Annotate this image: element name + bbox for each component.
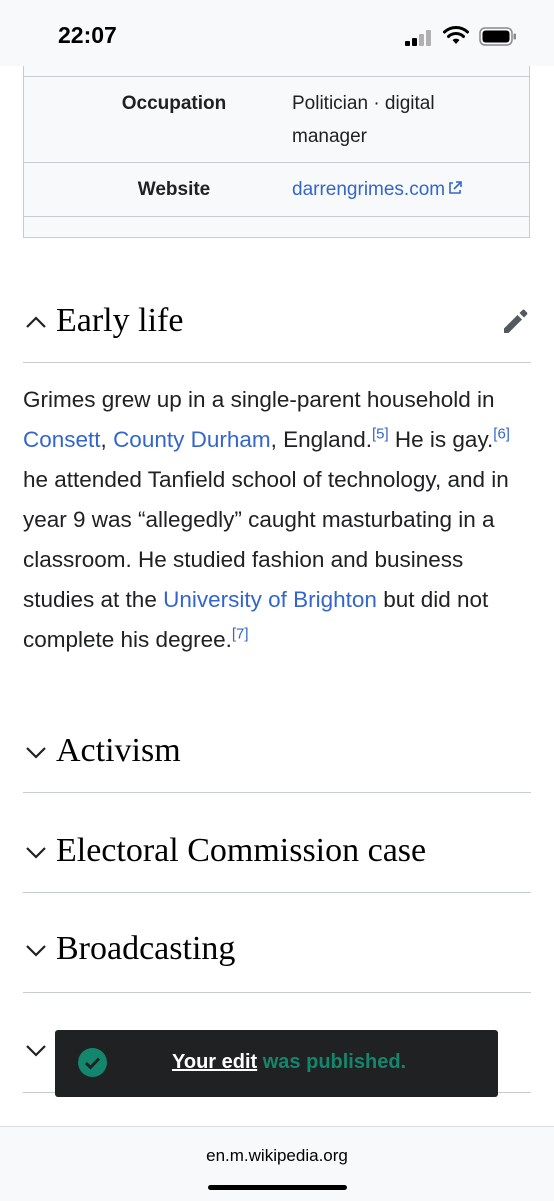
section-heading-electoral-commission-case[interactable]: Electoral Commission case [23,820,531,893]
chevron-down-icon [26,847,46,859]
occupation-line-1: Politician · digital [292,93,435,114]
infobox-label-occupation: Occupation [121,93,227,114]
infobox-label-website: Website [137,179,211,200]
success-check-icon [78,1048,107,1077]
section-heading-activism[interactable]: Activism [23,720,531,793]
cellular-signal-icon [405,30,431,46]
website-link[interactable]: darrengrimes.com [292,179,445,200]
section-title: Activism [56,732,181,769]
chevron-up-icon [26,316,46,328]
reference-5[interactable]: [5] [372,426,389,443]
reference-7[interactable]: [7] [232,626,249,643]
text: He is gay. [388,427,494,452]
text: , [100,427,114,452]
chevron-down-icon [26,1045,46,1057]
status-bar: 22:07 [0,0,554,66]
wifi-icon [443,26,469,44]
occupation-line-2: manager [292,126,367,147]
section-title: Electoral Commission case [56,832,427,869]
link-university-of-brighton[interactable]: University of Brighton [163,587,377,612]
infobox: Occupation Politician · digital manager … [23,66,530,238]
infobox-value-website: darrengrimes.com [292,173,512,206]
external-link-icon [449,181,462,194]
battery-icon [479,27,516,46]
toast-notification: Your edit was published. [55,1030,498,1097]
url-text[interactable]: en.m.wikipedia.org [0,1146,554,1166]
link-county-durham[interactable]: County Durham [113,427,271,452]
infobox-divider [24,76,529,77]
chevron-down-icon [26,945,46,957]
chevron-down-icon [26,747,46,759]
text: , England. [270,427,372,452]
edit-pencil-icon[interactable] [501,306,531,336]
infobox-value-occupation: Politician · digital manager [292,87,512,153]
section-heading-early-life[interactable]: Early life [23,290,531,363]
status-time: 22:07 [58,22,117,48]
toast-edit-link[interactable]: Your edit [172,1051,257,1073]
section-title: Early life [56,302,184,339]
home-indicator[interactable] [208,1185,347,1190]
reference-6[interactable]: [6] [493,426,510,443]
browser-url-bar[interactable]: en.m.wikipedia.org [0,1126,554,1201]
link-consett[interactable]: Consett [23,427,101,452]
toast-rest-text: was published. [257,1051,407,1073]
infobox-divider [24,216,529,217]
infobox-divider [24,162,529,163]
text: Grimes grew up in a single-parent househ… [23,387,495,412]
section-heading-broadcasting[interactable]: Broadcasting [23,920,531,993]
section-title: Broadcasting [56,930,236,967]
early-life-paragraph: Grimes grew up in a single-parent househ… [23,380,535,660]
toast-message: Your edit was published. [172,1051,406,1074]
